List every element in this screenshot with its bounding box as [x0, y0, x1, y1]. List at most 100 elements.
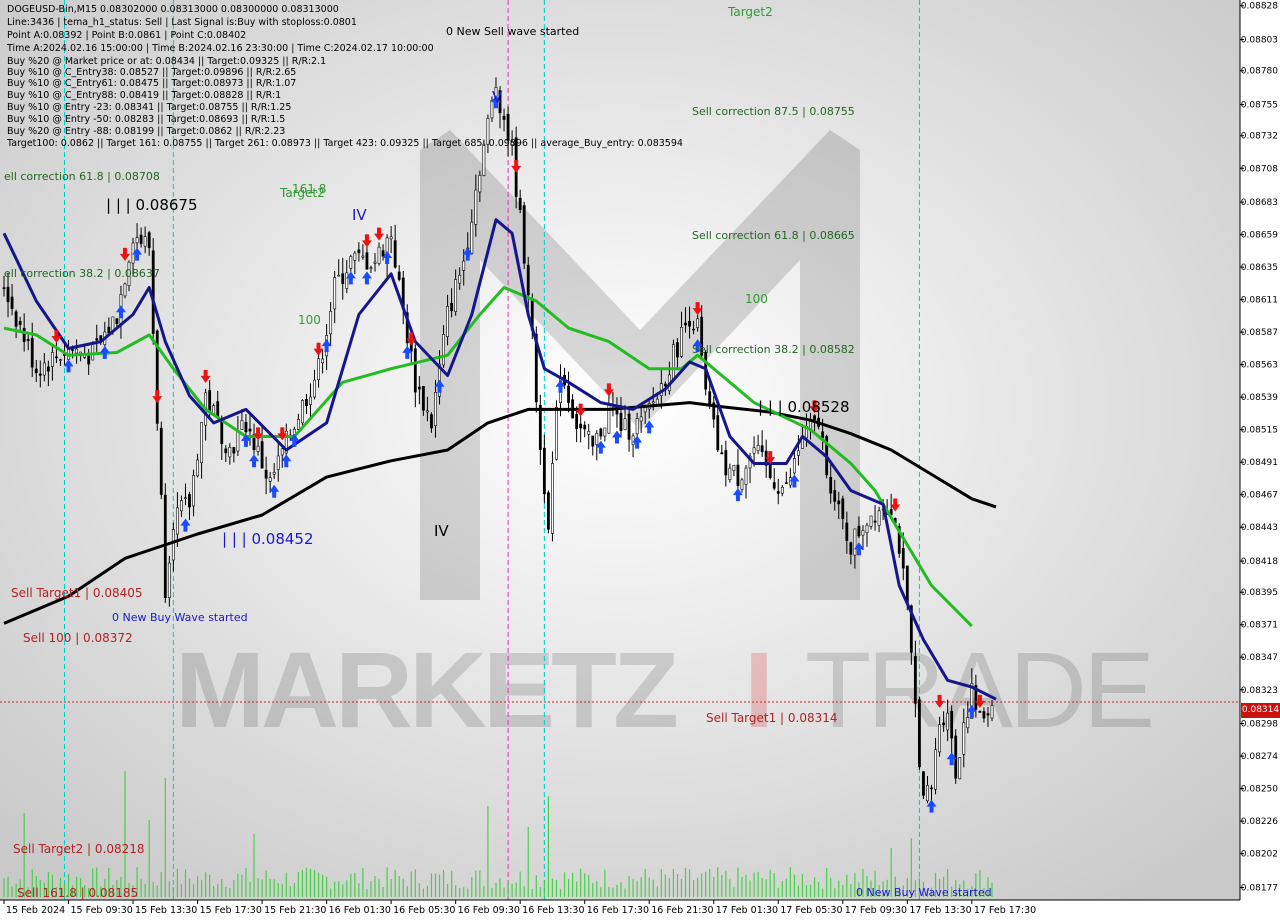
- volume-bar: [229, 887, 231, 897]
- volume-bar: [805, 885, 808, 897]
- volume-bar: [991, 882, 993, 897]
- candle-body: [623, 418, 627, 431]
- volume-bar: [257, 878, 259, 897]
- volume-bar: [523, 885, 525, 897]
- candle-body: [111, 316, 115, 332]
- candle-body: [732, 465, 736, 471]
- candle-body: [756, 445, 760, 451]
- volume-bar: [628, 875, 630, 897]
- volume-bar: [406, 886, 408, 897]
- volume-bar: [559, 888, 562, 897]
- candle-body: [232, 447, 236, 454]
- price-tick-label: 0.08371: [1241, 621, 1278, 631]
- volume-bar: [446, 883, 449, 897]
- candle-body: [434, 392, 437, 427]
- candle-body: [6, 286, 10, 303]
- candle-body: [684, 322, 687, 326]
- candle-body: [147, 232, 151, 249]
- candle-body: [305, 399, 308, 406]
- volume-bar: [648, 877, 650, 897]
- volume-bar: [572, 872, 574, 897]
- volume-bar: [358, 883, 360, 897]
- candle-body: [75, 348, 78, 354]
- volume-bar: [459, 888, 461, 897]
- price-tick-label: 0.08611: [1241, 296, 1278, 306]
- volume-bar: [616, 884, 618, 897]
- volume-bar: [350, 873, 352, 897]
- volume-bar: [777, 887, 779, 897]
- volume-bar: [144, 883, 146, 897]
- candle-body: [309, 396, 312, 405]
- time-tick-label: 15 Feb 17:30: [200, 905, 262, 916]
- candle-body: [397, 271, 401, 280]
- candle-body: [175, 507, 179, 535]
- volume-bar: [745, 874, 747, 897]
- volume-bar: [801, 874, 804, 897]
- candle-body: [180, 500, 183, 512]
- volume-bar: [422, 888, 424, 897]
- volume-bar: [301, 870, 304, 897]
- watermark-marketz: MARKETZ: [175, 629, 676, 750]
- volume-bar: [543, 880, 545, 897]
- volume-bar: [434, 873, 437, 897]
- candle-body: [841, 498, 845, 520]
- candle-body: [676, 342, 679, 358]
- candle-body: [845, 522, 849, 541]
- candle-body: [353, 252, 357, 261]
- candle-body: [220, 420, 224, 444]
- volume-bar: [539, 887, 541, 897]
- candle-body: [71, 349, 74, 351]
- wave-label-v: V: [492, 88, 503, 106]
- candle-body: [188, 494, 191, 508]
- volume-bar: [245, 867, 247, 897]
- volume-bar: [471, 877, 473, 897]
- candle-body: [349, 256, 353, 269]
- volume-bar: [438, 874, 441, 897]
- volume-bar: [342, 884, 344, 897]
- candle-body: [538, 405, 542, 450]
- candle-body: [256, 445, 260, 452]
- candle-body: [696, 318, 700, 329]
- price-tick-label: 0.08177: [1241, 884, 1278, 894]
- volume-bar: [192, 883, 195, 897]
- candle-body: [184, 497, 187, 499]
- candle-body: [591, 435, 595, 447]
- info-line-buy-entry61: Buy %10 @ C_Entry61: 0.08475 || Target:0…: [7, 78, 297, 89]
- candle-body: [922, 771, 925, 796]
- volume-bar: [842, 884, 844, 897]
- candle-body: [575, 413, 579, 430]
- time-tick-label: 15 Feb 21:30: [264, 905, 326, 916]
- volume-bar: [7, 876, 9, 897]
- volume-bar: [491, 887, 493, 897]
- price-tick-label: 0.08491: [1241, 458, 1278, 468]
- candle-body: [797, 450, 800, 456]
- volume-bar: [487, 806, 489, 897]
- candle-body: [377, 246, 381, 264]
- volume-bar: [737, 867, 739, 897]
- volume-bar: [608, 887, 610, 897]
- candle-body: [813, 415, 816, 420]
- volume-bar: [688, 869, 691, 897]
- volume-bar: [330, 888, 332, 897]
- price-tick-label: 0.08563: [1241, 361, 1278, 371]
- candle-body: [389, 236, 393, 240]
- volume-bar: [664, 874, 666, 897]
- volume-bar: [850, 883, 852, 897]
- volume-bar: [797, 885, 800, 897]
- chart-title: DOGEUSD-Bin,M15 0.08302000 0.08313000 0.…: [7, 4, 339, 15]
- price-tick-label: 0.08226: [1241, 817, 1278, 827]
- candle-body: [583, 424, 587, 430]
- volume-bar: [519, 871, 521, 897]
- candle-body: [865, 524, 869, 534]
- candle-body: [990, 705, 994, 719]
- volume-bar: [321, 874, 324, 897]
- price-tick-label: 0.08683: [1241, 198, 1278, 208]
- volume-bar: [817, 882, 820, 897]
- candle-body: [38, 373, 42, 376]
- candle-body: [934, 749, 937, 790]
- volume-bar: [793, 874, 795, 897]
- candle-body: [143, 236, 147, 247]
- volume-bar: [475, 870, 477, 897]
- volume-bar: [338, 881, 340, 897]
- volume-bar: [773, 873, 775, 897]
